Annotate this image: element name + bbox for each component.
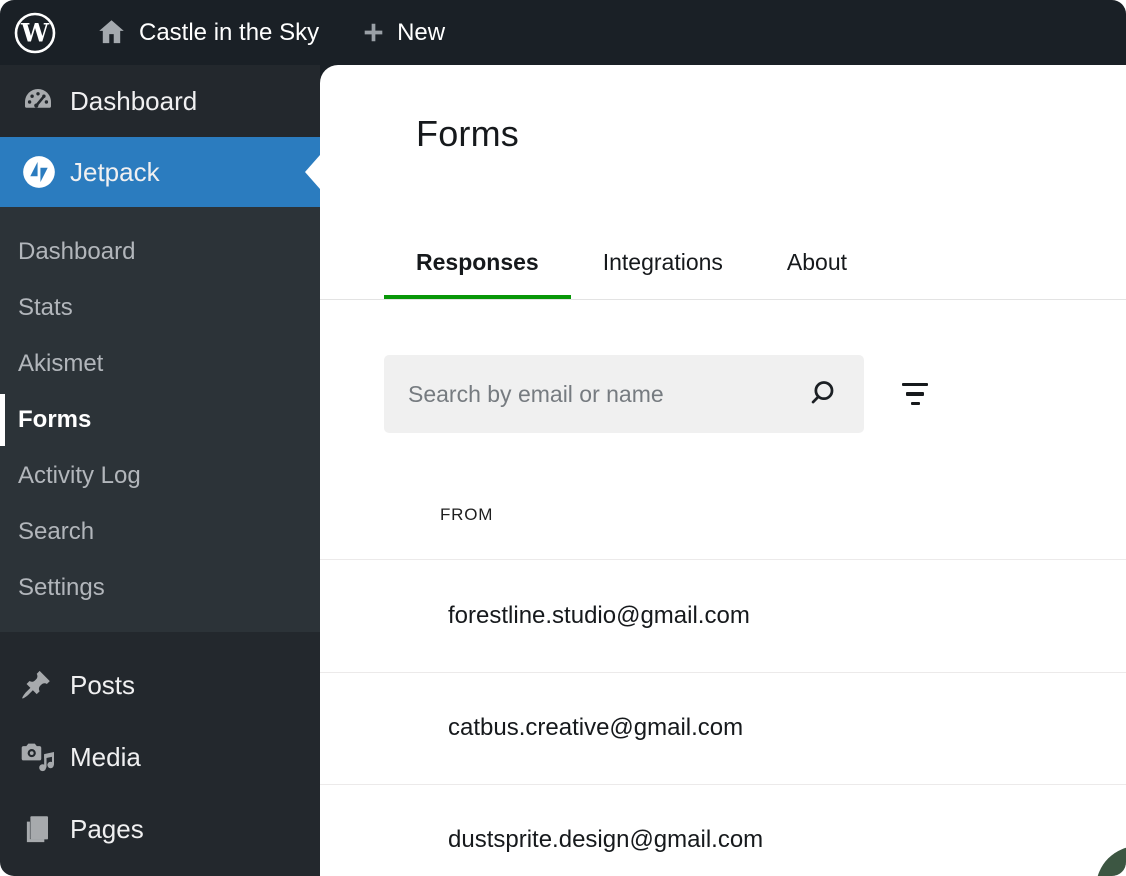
response-from-email: forestline.studio@gmail.com	[448, 602, 750, 630]
wordpress-logo-button[interactable]: W	[13, 0, 57, 65]
submenu-label: Settings	[18, 574, 105, 602]
active-menu-arrow	[305, 155, 320, 189]
submenu-item-stats[interactable]: Stats	[0, 280, 320, 336]
admin-bar: W Castle in the Sky New	[0, 0, 1126, 65]
response-row[interactable]: dustsprite.design@gmail.com	[320, 784, 1126, 876]
plus-icon	[361, 20, 386, 45]
new-content-button[interactable]: New	[361, 0, 445, 65]
submenu-label: Search	[18, 518, 94, 546]
sidebar-label-jetpack: Jetpack	[70, 157, 160, 188]
filter-button[interactable]	[893, 372, 937, 416]
submenu-item-dashboard[interactable]: Dashboard	[0, 224, 320, 280]
search-toolbar	[384, 355, 937, 433]
response-from-email: catbus.creative@gmail.com	[448, 714, 743, 742]
content-area: Forms Responses Integrations About	[320, 65, 1126, 876]
filter-icon	[906, 392, 924, 396]
pushpin-icon	[20, 669, 52, 701]
search-input[interactable]	[384, 355, 864, 433]
jetpack-icon	[20, 153, 58, 191]
admin-sidebar: Dashboard Jetpack Dashboard Stats Akisme…	[0, 65, 320, 876]
filter-icon	[902, 383, 928, 387]
dashboard-gauge-icon	[20, 83, 56, 119]
page-title: Forms	[416, 113, 519, 155]
sidebar-item-dashboard[interactable]: Dashboard	[0, 65, 320, 137]
tab-integrations[interactable]: Integrations	[571, 225, 755, 300]
submenu-label: Forms	[18, 406, 91, 434]
tabs-divider	[320, 299, 1126, 300]
sidebar-label-posts: Posts	[70, 670, 135, 701]
site-name-label: Castle in the Sky	[139, 19, 319, 47]
tab-about[interactable]: About	[755, 225, 879, 300]
wordpress-logo-icon: W	[13, 11, 57, 55]
response-row[interactable]: forestline.studio@gmail.com	[320, 560, 1126, 672]
new-label: New	[397, 19, 445, 47]
tab-label: Integrations	[603, 249, 723, 276]
tab-responses[interactable]: Responses	[384, 225, 571, 300]
tab-label: About	[787, 249, 847, 276]
svg-text:W: W	[20, 18, 50, 47]
media-icon	[20, 740, 54, 774]
sidebar-label-pages: Pages	[70, 814, 144, 845]
response-row[interactable]: catbus.creative@gmail.com	[320, 672, 1126, 784]
site-name-link[interactable]: Castle in the Sky	[97, 0, 319, 65]
sidebar-label-dashboard: Dashboard	[70, 86, 197, 117]
submenu-item-activity-log[interactable]: Activity Log	[0, 448, 320, 504]
sidebar-item-jetpack[interactable]: Jetpack	[0, 137, 320, 207]
submenu-label: Dashboard	[18, 238, 135, 266]
search-icon[interactable]	[808, 377, 842, 416]
filter-icon	[911, 402, 920, 406]
forms-panel: Forms Responses Integrations About	[320, 65, 1126, 876]
submenu-item-settings[interactable]: Settings	[0, 560, 320, 616]
submenu-item-akismet[interactable]: Akismet	[0, 336, 320, 392]
submenu-item-search[interactable]: Search	[0, 504, 320, 560]
submenu-label: Akismet	[18, 350, 103, 378]
home-icon	[97, 18, 126, 47]
sidebar-item-media[interactable]: Media	[0, 721, 320, 793]
sidebar-label-media: Media	[70, 742, 141, 773]
pages-icon	[20, 813, 52, 845]
sidebar-item-posts[interactable]: Posts	[0, 649, 320, 721]
wordpress-admin-screen: W Castle in the Sky New	[0, 0, 1126, 876]
column-header-from: FROM	[440, 505, 493, 525]
submenu-label: Activity Log	[18, 462, 141, 490]
response-from-email: dustsprite.design@gmail.com	[448, 826, 763, 854]
jetpack-submenu: Dashboard Stats Akismet Forms Activity L…	[0, 207, 320, 632]
submenu-item-forms[interactable]: Forms	[0, 392, 320, 448]
forms-tabs: Responses Integrations About	[384, 225, 879, 300]
sidebar-item-pages[interactable]: Pages	[0, 793, 320, 865]
current-item-indicator	[0, 394, 5, 446]
search-box	[384, 355, 864, 433]
tab-label: Responses	[416, 249, 539, 276]
submenu-label: Stats	[18, 294, 73, 322]
